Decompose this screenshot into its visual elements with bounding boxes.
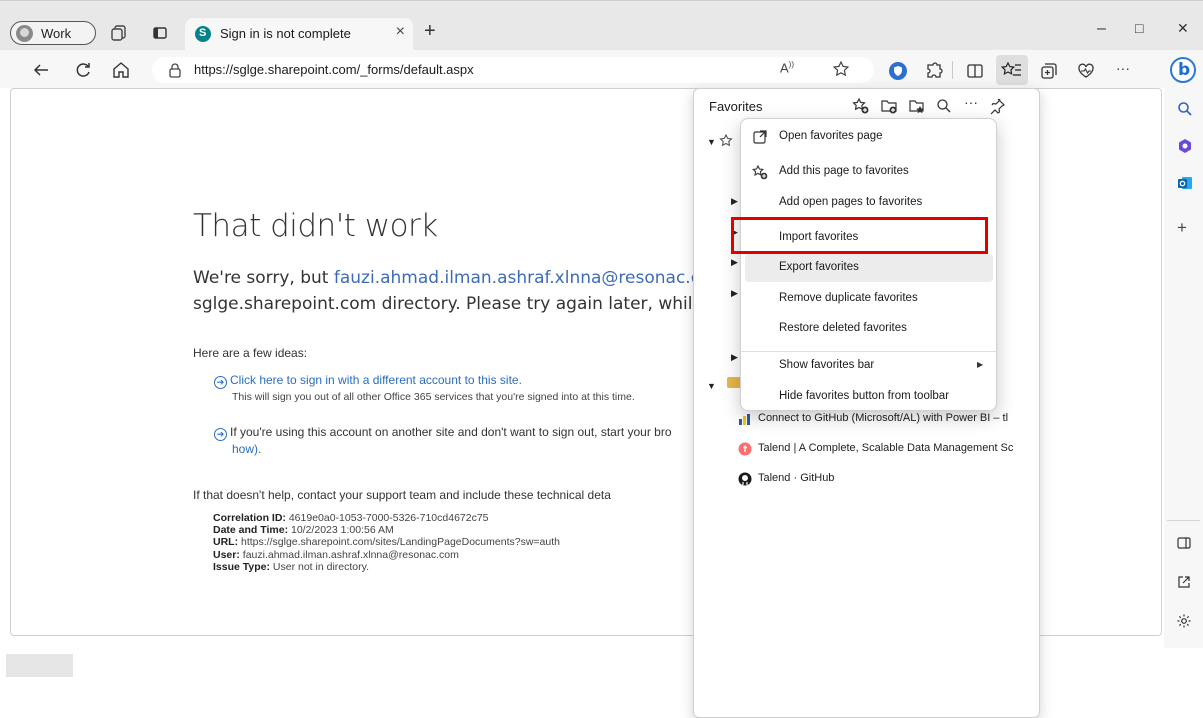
idea-2-link-cont[interactable]: how). (232, 442, 261, 456)
menu-remove-duplicates[interactable]: Remove duplicate favorites (741, 285, 996, 313)
collections-icon[interactable] (1040, 62, 1058, 80)
close-window-button[interactable]: ✕ (1177, 20, 1189, 37)
avatar-icon (16, 25, 33, 42)
detail-correlation-id: Correlation ID: 4619e0a0-1053-7000-5326-… (213, 512, 489, 524)
sidebar-divider (1167, 520, 1200, 521)
more-options-icon[interactable]: ··· (962, 94, 980, 112)
minimize-button[interactable]: – (1097, 20, 1106, 38)
error-message-line1: We're sorry, but fauzi.ahmad.ilman.ashra… (193, 268, 727, 288)
settings-more-button[interactable]: ··· (1116, 60, 1130, 76)
sidebar-layout-icon[interactable] (1177, 536, 1191, 550)
arrow-circle-icon: ➔ (214, 376, 227, 389)
menu-export-favorites[interactable]: Export favorites (745, 254, 993, 282)
menu-restore-deleted[interactable]: Restore deleted favorites (741, 315, 996, 343)
manage-favorites-icon[interactable] (908, 97, 926, 115)
favorite-item-label: Connect to GitHub (Microsoft/AL) with Po… (758, 412, 1009, 424)
favorites-title: Favorites (709, 99, 763, 114)
menu-open-favorites-page[interactable]: Open favorites page (741, 123, 996, 151)
expand-icon[interactable]: ▼ (707, 381, 716, 391)
expand-icon[interactable]: ▼ (707, 137, 716, 147)
error-title: That didn't work (193, 208, 438, 244)
collapse-folder-icon[interactable]: ▶ (731, 352, 738, 363)
support-line: If that doesn't help, contact your suppo… (193, 488, 611, 502)
profile-label: Work (41, 26, 72, 41)
search-favorites-icon[interactable] (935, 97, 953, 115)
arrow-circle-icon: ➔ (214, 428, 227, 441)
favorites-button[interactable] (996, 55, 1028, 85)
sidebar-search-icon[interactable] (1177, 101, 1193, 117)
add-folder-icon[interactable] (880, 97, 898, 115)
close-tab-icon[interactable]: × (396, 23, 405, 41)
sidebar-settings-icon[interactable] (1176, 613, 1192, 629)
copilot-icon[interactable]: b (1170, 57, 1196, 83)
sidebar-tools-icon[interactable] (1177, 138, 1193, 154)
idea-1: ➔ Click here to sign in with a different … (214, 373, 522, 389)
split-screen-icon[interactable] (966, 62, 984, 80)
home-icon[interactable] (110, 59, 132, 81)
refresh-icon[interactable] (72, 59, 94, 81)
collapse-folder-icon[interactable]: ▶ (731, 196, 738, 207)
favorite-item-label: Talend · GitHub (758, 472, 835, 484)
detail-url: URL: https://sglge.sharepoint.com/sites/… (213, 536, 560, 549)
detail-date-time: Date and Time: 10/2/2023 1:00:56 AM (213, 524, 394, 537)
sidebar-outlook-icon[interactable] (1177, 175, 1193, 191)
folder-icon (727, 377, 741, 388)
extensions-icon[interactable] (924, 61, 944, 81)
favorites-more-menu: Open favorites page Add this page to fav… (740, 118, 997, 411)
user-email-link[interactable]: fauzi.ahmad.ilman.ashraf.xlnna@resonac.c… (334, 268, 727, 288)
idea-2-text: If you're using this account on another … (230, 425, 672, 439)
technical-details: Correlation ID: 4619e0a0-1053-7000-5326-… (213, 512, 560, 573)
workspaces-icon[interactable] (110, 24, 128, 42)
sidebar-add-icon[interactable]: + (1177, 218, 1187, 238)
idea-2: ➔ If you're using this account on another… (214, 425, 672, 441)
menu-add-open-pages[interactable]: Add open pages to favorites (741, 189, 996, 217)
menu-show-favorites-bar[interactable]: Show favorites bar ▶ (741, 352, 996, 380)
highlight-outline (731, 217, 988, 254)
sharepoint-icon (195, 26, 211, 42)
health-icon[interactable] (1077, 62, 1095, 80)
tab-actions-icon[interactable] (152, 25, 168, 41)
edge-sidebar (1164, 88, 1203, 648)
back-icon[interactable] (30, 59, 52, 81)
ideas-heading: Here are a few ideas: (193, 346, 308, 360)
taskbar-fragment (6, 654, 73, 677)
profile-button[interactable]: Work (10, 21, 96, 45)
detail-user: User: fauzi.ahmad.ilman.ashraf.xlnna@res… (213, 548, 459, 561)
pin-icon[interactable] (988, 97, 1006, 115)
submenu-arrow-icon: ▶ (977, 360, 984, 369)
sign-in-different-account-link[interactable]: Click here to sign in with a different a… (230, 373, 522, 387)
favorite-item-label: Talend | A Complete, Scalable Data Manag… (758, 442, 1014, 454)
read-aloud-icon[interactable]: A)) (780, 60, 794, 75)
title-bar (0, 0, 1203, 50)
maximize-button[interactable]: □ (1135, 20, 1143, 36)
detail-issue-type: Issue Type: User not in directory. (213, 560, 370, 573)
favorites-bar-star-icon (719, 134, 733, 148)
toolbar-divider (952, 61, 953, 79)
url-text: https://sglge.sharepoint.com/_forms/defa… (194, 62, 474, 77)
extension-shield-icon[interactable] (889, 62, 907, 80)
add-favorite-icon[interactable] (852, 97, 870, 115)
menu-hide-favorites-button[interactable]: Hide favorites button from toolbar (741, 383, 996, 411)
collapse-folder-icon[interactable]: ▶ (731, 288, 738, 299)
idea-1-note: This will sign you out of all other Offi… (232, 391, 635, 403)
new-tab-button[interactable]: + (424, 20, 436, 43)
add-favorite-icon (752, 164, 768, 180)
error-message-prefix: We're sorry, but (193, 268, 334, 288)
open-external-icon (752, 129, 768, 145)
sidebar-external-icon[interactable] (1177, 575, 1191, 589)
address-bar[interactable]: https://sglge.sharepoint.com/_forms/defa… (152, 57, 874, 83)
lock-icon[interactable] (168, 62, 182, 78)
menu-add-page-to-favorites[interactable]: Add this page to favorites (741, 158, 996, 186)
collapse-folder-icon[interactable]: ▶ (731, 257, 738, 268)
tab-title: Sign in is not complete (220, 26, 351, 41)
error-message-line2: sglge.sharepoint.com directory. Please t… (193, 294, 733, 314)
active-tab[interactable]: Sign in is not complete × (185, 18, 413, 50)
favorite-star-icon[interactable] (832, 60, 850, 78)
